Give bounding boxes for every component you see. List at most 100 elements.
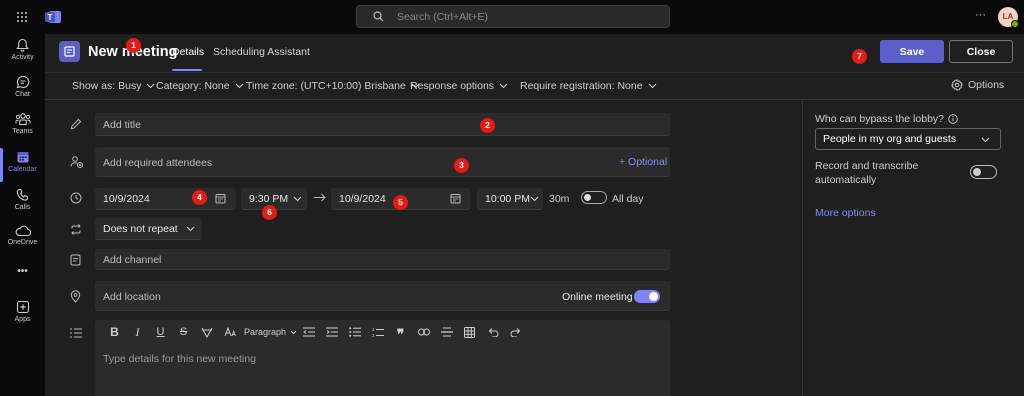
table-icon[interactable] xyxy=(458,323,481,341)
location-placeholder: Add location xyxy=(103,291,161,303)
annotation-badge: 1 xyxy=(126,38,141,53)
search-icon xyxy=(373,11,384,22)
presence-status-badge xyxy=(1011,20,1019,28)
cloud-icon xyxy=(0,225,45,237)
annotation-badge: 2 xyxy=(480,118,495,133)
attendees-input[interactable]: Add required attendees xyxy=(95,147,670,177)
annotation-badge: 4 xyxy=(192,190,207,205)
rail-label: Apps xyxy=(14,316,31,323)
bold-icon[interactable]: B xyxy=(103,323,126,341)
end-date-value: 10/9/2024 xyxy=(339,193,386,205)
increase-indent-icon[interactable] xyxy=(320,323,343,341)
response-options-dropdown[interactable]: Response options xyxy=(410,80,508,92)
more-menu-button[interactable]: ··· xyxy=(975,9,986,21)
decrease-indent-icon[interactable] xyxy=(297,323,320,341)
close-button[interactable]: Close xyxy=(949,40,1013,63)
strikethrough-icon[interactable]: S xyxy=(172,323,195,341)
options-button[interactable]: Options xyxy=(951,79,1004,91)
chevron-down-icon xyxy=(290,330,297,335)
require-registration-dropdown[interactable]: Require registration: None xyxy=(520,80,657,92)
highlight-icon[interactable] xyxy=(195,323,218,341)
more-options-link[interactable]: More options xyxy=(815,207,876,219)
title-placeholder: Add title xyxy=(103,119,141,131)
calendar-picker-icon xyxy=(450,193,461,204)
paragraph-dropdown[interactable]: Paragraph xyxy=(241,323,297,341)
underline-icon[interactable]: U xyxy=(149,323,172,341)
toggle-knob xyxy=(649,292,658,301)
rail-item-teams[interactable]: Teams xyxy=(0,112,45,135)
arrow-right-icon xyxy=(314,193,326,202)
channel-icon xyxy=(70,254,81,266)
category-label: Category: None xyxy=(156,80,230,92)
rail-item-calendar[interactable]: Calendar xyxy=(0,150,45,173)
require-registration-label: Require registration: None xyxy=(520,80,643,92)
bulleted-list-icon[interactable] xyxy=(343,323,366,341)
chevron-down-icon xyxy=(235,83,244,89)
font-color-icon[interactable] xyxy=(218,323,241,341)
rail-label: Teams xyxy=(12,128,33,135)
record-transcribe-label: Record and transcribe automatically xyxy=(815,160,919,186)
horizontal-rule-icon[interactable] xyxy=(435,323,458,341)
annotation-badge: 7 xyxy=(852,49,867,64)
link-icon[interactable] xyxy=(412,323,435,341)
save-button[interactable]: Save xyxy=(880,40,944,63)
tab-active-underline xyxy=(172,69,202,71)
clock-icon xyxy=(70,192,82,204)
search-placeholder: Search (Ctrl+Alt+E) xyxy=(397,11,489,23)
italic-icon[interactable]: I xyxy=(126,323,149,341)
format-toolbar: B I U S Paragraph 12 ❞ xyxy=(95,320,670,344)
attendees-placeholder: Add required attendees xyxy=(103,157,213,169)
repeat-value: Does not repeat xyxy=(103,223,178,235)
rail-item-onedrive[interactable]: OneDrive xyxy=(0,225,45,246)
rail-label: OneDrive xyxy=(7,239,38,246)
meeting-app-icon xyxy=(59,41,80,62)
chevron-down-icon xyxy=(648,83,657,89)
title-input[interactable]: Add title xyxy=(95,113,670,136)
show-as-label: Show as: Busy xyxy=(72,80,142,92)
app-launcher-icon[interactable] xyxy=(16,11,28,23)
gear-icon xyxy=(951,79,963,91)
rail-label: Calls xyxy=(14,204,31,211)
start-date-picker[interactable]: 10/9/2024 xyxy=(95,188,236,210)
online-meeting-label: Online meeting xyxy=(562,291,633,303)
quote-icon[interactable]: ❞ xyxy=(389,323,412,342)
optional-attendees-link[interactable]: + Optional xyxy=(619,156,667,168)
channel-placeholder: Add channel xyxy=(103,254,162,266)
redo-icon[interactable] xyxy=(504,323,527,341)
rail-item-calls[interactable]: Calls xyxy=(0,188,45,211)
search-input[interactable]: Search (Ctrl+Alt+E) xyxy=(356,5,670,28)
svg-text:2: 2 xyxy=(372,333,375,338)
rail-item-chat[interactable]: Chat xyxy=(0,75,45,98)
category-dropdown[interactable]: Category: None xyxy=(156,80,244,92)
toggle-knob xyxy=(584,194,591,201)
start-time-value: 9:30 PM xyxy=(249,193,289,205)
tab-scheduling-assistant[interactable]: Scheduling Assistant xyxy=(213,46,310,58)
time-zone-label: Time zone: (UTC+10:00) Brisbane xyxy=(246,80,406,92)
rail-item-apps[interactable]: Apps xyxy=(0,300,45,323)
rail-more-button[interactable]: ••• xyxy=(0,266,45,277)
time-zone-dropdown[interactable]: Time zone: (UTC+10:00) Brisbane xyxy=(246,80,420,92)
online-meeting-toggle[interactable] xyxy=(634,290,660,303)
undo-icon[interactable] xyxy=(481,323,504,341)
tab-details[interactable]: Details xyxy=(172,46,204,58)
chevron-down-icon xyxy=(146,83,155,89)
end-time-value: 10:00 PM xyxy=(485,193,530,205)
lobby-bypass-label: Who can bypass the lobby? xyxy=(815,113,958,125)
info-icon[interactable] xyxy=(948,114,958,124)
all-day-label: All day xyxy=(612,193,644,205)
all-day-toggle[interactable] xyxy=(581,191,607,204)
channel-input[interactable]: Add channel xyxy=(95,249,670,270)
duration-label: 30m xyxy=(549,193,570,205)
rail-label: Calendar xyxy=(8,166,37,173)
rail-label: Activity xyxy=(11,54,34,61)
chevron-down-icon xyxy=(499,83,508,89)
chat-icon xyxy=(0,75,45,89)
phone-icon xyxy=(0,188,45,202)
rail-item-activity[interactable]: Activity xyxy=(0,38,45,61)
annotation-badge: 3 xyxy=(454,158,469,173)
end-time-dropdown[interactable]: 10:00 PM xyxy=(477,188,543,210)
numbered-list-icon[interactable]: 12 xyxy=(366,323,389,341)
show-as-dropdown[interactable]: Show as: Busy xyxy=(72,80,155,92)
teams-icon xyxy=(0,112,45,126)
repeat-dropdown[interactable]: Does not repeat xyxy=(95,218,202,240)
